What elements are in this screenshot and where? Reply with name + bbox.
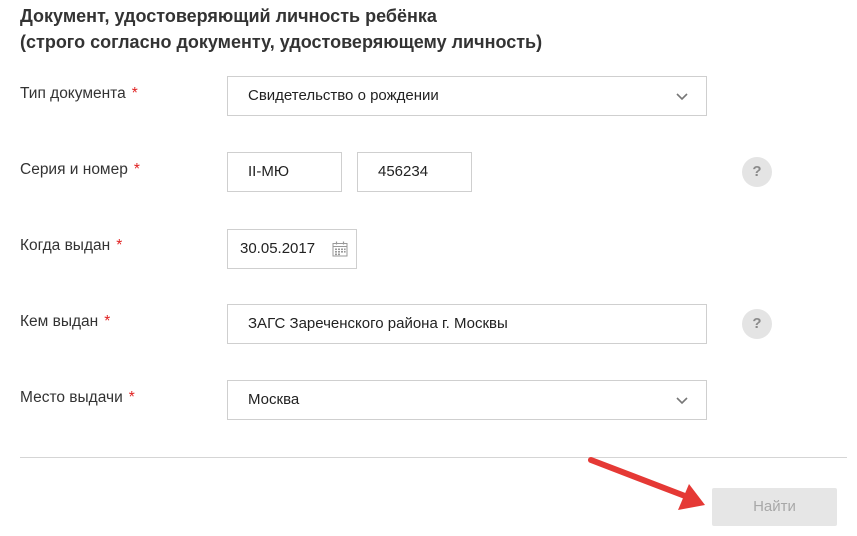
issued-by-label: Кем выдан * bbox=[20, 313, 110, 331]
series-value: II-МЮ bbox=[248, 163, 289, 180]
chevron-down-icon bbox=[676, 93, 688, 101]
series-number-label-text: Серия и номер bbox=[20, 161, 128, 178]
number-value: 456234 bbox=[378, 163, 429, 180]
required-mark: * bbox=[104, 313, 111, 330]
issued-by-input[interactable]: ЗАГС Зареченского района г. Москвы bbox=[227, 304, 707, 344]
required-mark: * bbox=[133, 161, 140, 178]
required-mark: * bbox=[131, 85, 138, 102]
section-title: Документ, удостоверяющий личность ребёнк… bbox=[20, 3, 542, 55]
issued-by-label-text: Кем выдан bbox=[20, 313, 99, 330]
section-title-line2: (строго согласно документу, удостоверяющ… bbox=[20, 32, 543, 52]
arrow-icon bbox=[588, 457, 705, 510]
doc-type-select[interactable]: Свидетельство о рождении bbox=[227, 76, 707, 116]
issue-place-label-text: Место выдачи bbox=[20, 389, 123, 406]
doc-type-label: Тип документа * bbox=[20, 85, 138, 103]
help-icon[interactable]: ? bbox=[742, 157, 772, 187]
required-mark: * bbox=[116, 237, 123, 254]
series-number-label: Серия и номер * bbox=[20, 161, 140, 179]
calendar-icon[interactable] bbox=[332, 241, 348, 257]
issued-by-value: ЗАГС Зареченского района г. Москвы bbox=[248, 315, 508, 332]
doc-type-value: Свидетельство о рождении bbox=[248, 87, 439, 104]
doc-type-label-text: Тип документа bbox=[20, 85, 126, 102]
chevron-down-icon bbox=[676, 397, 688, 405]
required-mark: * bbox=[128, 389, 135, 406]
issue-place-label: Место выдачи * bbox=[20, 389, 135, 407]
section-title-line1: Документ, удостоверяющий личность ребёнк… bbox=[20, 6, 437, 26]
issue-date-value: 30.05.2017 bbox=[240, 240, 316, 257]
issue-date-label: Когда выдан * bbox=[20, 237, 122, 255]
series-input[interactable]: II-МЮ bbox=[227, 152, 342, 192]
issue-date-label-text: Когда выдан bbox=[20, 237, 111, 254]
help-icon[interactable]: ? bbox=[742, 309, 772, 339]
divider bbox=[20, 457, 847, 458]
issue-place-value: Москва bbox=[248, 391, 300, 408]
issue-place-select[interactable]: Москва bbox=[227, 380, 707, 420]
number-input[interactable]: 456234 bbox=[357, 152, 472, 192]
find-button[interactable]: Найти bbox=[712, 488, 837, 526]
issue-date-input[interactable]: 30.05.2017 bbox=[227, 229, 357, 269]
